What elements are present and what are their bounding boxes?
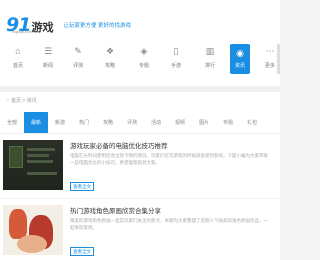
category-label: 新闻 bbox=[42, 63, 53, 69]
category-label: 首页 bbox=[12, 63, 23, 69]
tab-7[interactable]: 视频 bbox=[168, 112, 192, 133]
category-guide[interactable]: ❖ 攻略 bbox=[96, 46, 124, 69]
news-icon: ☰ bbox=[43, 46, 53, 56]
rank-icon: ▥ bbox=[205, 46, 215, 56]
tab-9[interactable]: 专题 bbox=[216, 112, 240, 133]
tab-1[interactable]: 最新 bbox=[24, 112, 48, 133]
category-mobile[interactable]: ▯ 手游 bbox=[162, 46, 190, 69]
article-summary: 精美的游戏角色原画一直是玩家们关注的焦点，本期为大家整理了近期人气很高的角色原画… bbox=[70, 218, 268, 230]
tab-8[interactable]: 图片 bbox=[192, 112, 216, 133]
top-strip bbox=[0, 0, 280, 8]
home-icon: ⌂ bbox=[15, 46, 21, 56]
category-label: 攻略 bbox=[104, 63, 115, 69]
scrollbar[interactable] bbox=[277, 44, 280, 74]
mobile-icon: ▯ bbox=[173, 46, 179, 56]
tab-10[interactable]: 礼包 bbox=[240, 112, 264, 133]
thumb-line bbox=[27, 154, 49, 157]
tab-3[interactable]: 热门 bbox=[72, 112, 96, 133]
logo-sub: 91youxi.com bbox=[12, 30, 32, 34]
article-item[interactable]: 热门游戏角色原画欣赏合集分享 精美的游戏角色原画一直是玩家们关注的焦点，本期为大… bbox=[0, 199, 280, 260]
read-more-button[interactable]: 查看全文 bbox=[70, 247, 94, 256]
category-topic[interactable]: ◈ 专题 bbox=[130, 46, 158, 69]
thumb-line bbox=[27, 148, 55, 151]
category-label: 评测 bbox=[72, 63, 83, 69]
tab-bar: 全部 最新 新游 热门 攻略 评测 活动 视频 图片 专题 礼包 bbox=[0, 112, 280, 134]
article-thumbnail[interactable] bbox=[3, 205, 63, 255]
tab-5[interactable]: 评测 bbox=[120, 112, 144, 133]
review-icon: ✎ bbox=[74, 46, 82, 56]
category-label: 排行 bbox=[204, 63, 215, 69]
article-item[interactable]: 游戏玩家必备的电脑优化技巧推荐 电脑在长时间使用后会出现卡顿的情况，玩家们在玩游… bbox=[0, 134, 280, 199]
more-icon: ⋯ bbox=[265, 46, 275, 56]
tab-4[interactable]: 攻略 bbox=[96, 112, 120, 133]
home-icon[interactable]: ⌂ bbox=[6, 97, 9, 103]
read-more-button[interactable]: 查看全文 bbox=[70, 182, 94, 191]
tab-6[interactable]: 活动 bbox=[144, 112, 168, 133]
thumb-line bbox=[27, 160, 53, 163]
category-nav: ⌂ 首页 ☰ 新闻 ✎ 评测 ❖ 攻略 ◈ 专题 ▯ 手游 ▥ 排行 ◉ 资讯 ⋯ 更多 bbox=[0, 44, 280, 86]
info-icon: ◉ bbox=[236, 48, 244, 58]
article-summary: 电脑在长时间使用后会出现卡顿的情况，玩家们在玩游戏的时候就会受到影响，下面小编为… bbox=[70, 153, 268, 165]
category-info[interactable]: ◉ 资讯 bbox=[230, 44, 250, 74]
thumb-figure bbox=[9, 209, 27, 239]
category-label: 资讯 bbox=[234, 63, 245, 69]
tab-2[interactable]: 新游 bbox=[48, 112, 72, 133]
topic-icon: ◈ bbox=[140, 46, 148, 56]
tab-0[interactable]: 全部 bbox=[0, 112, 24, 133]
slogan: 让玩家更方便 更好的找游戏 bbox=[63, 23, 131, 29]
thumb-window bbox=[9, 146, 23, 168]
breadcrumb: ⌂ 首页 > 资讯 bbox=[0, 92, 280, 108]
article-title[interactable]: 热门游戏角色原画欣赏合集分享 bbox=[70, 205, 161, 215]
category-news[interactable]: ☰ 新闻 bbox=[34, 46, 62, 69]
thumb-figure bbox=[17, 235, 47, 253]
article-thumbnail[interactable] bbox=[3, 140, 63, 190]
category-label: 专题 bbox=[138, 63, 149, 69]
category-rank[interactable]: ▥ 排行 bbox=[196, 46, 224, 69]
site-header: 91 游戏 91youxi.com 让玩家更方便 更好的找游戏 bbox=[0, 8, 280, 42]
category-review[interactable]: ✎ 评测 bbox=[64, 46, 92, 69]
category-home[interactable]: ⌂ 首页 bbox=[4, 46, 32, 69]
logo-name: 游戏 bbox=[31, 22, 54, 34]
thumb-line bbox=[27, 172, 57, 175]
guide-icon: ❖ bbox=[105, 46, 115, 56]
article-title[interactable]: 游戏玩家必备的电脑优化技巧推荐 bbox=[70, 140, 168, 150]
breadcrumb-path[interactable]: 首页 > 资讯 bbox=[11, 97, 37, 104]
category-label: 手游 bbox=[170, 63, 181, 69]
page: 91 游戏 91youxi.com 让玩家更方便 更好的找游戏 ⌂ 首页 ☰ 新闻 ✎ 评… bbox=[0, 0, 280, 260]
